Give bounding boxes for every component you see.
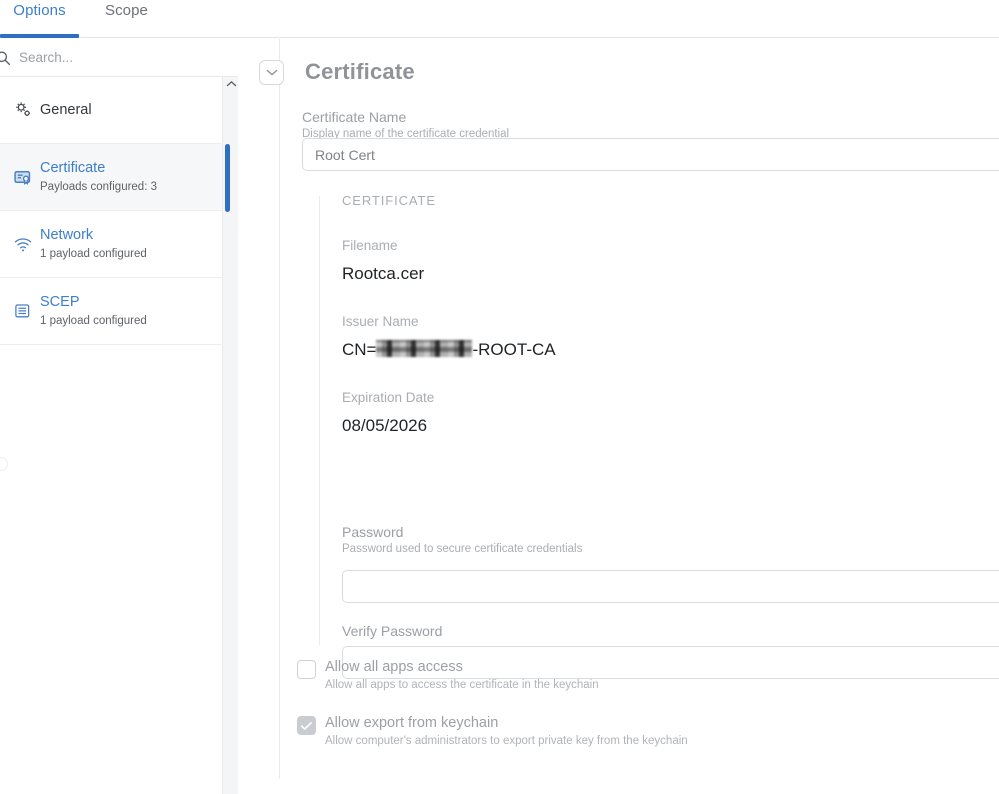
- verify-password-field-block: Verify Password: [342, 622, 442, 640]
- allow-export-from-keychain-text: Allow export from keychain Allow compute…: [325, 714, 688, 749]
- panel-header: Certificate: [259, 59, 415, 85]
- expiration-date-value: 08/05/2026: [342, 416, 428, 435]
- sidebar-item-scep-title: SCEP: [40, 294, 80, 310]
- sidebar-item-general-title: General: [40, 101, 92, 118]
- sidebar-edge-glyph: [0, 457, 8, 471]
- list-lines-icon: [6, 301, 40, 321]
- allow-all-apps-access-help: Allow all apps to access the certificate…: [325, 679, 599, 691]
- certificate-name-label: Certificate Name: [302, 109, 407, 125]
- payload-nav-list: General Certificate Payloads configured:…: [0, 77, 222, 345]
- chevron-up-icon[interactable]: [223, 77, 239, 91]
- verify-password-label: Verify Password: [342, 623, 443, 639]
- sidebar-item-certificate-title: Certificate: [40, 160, 106, 176]
- search-icon: [0, 47, 14, 69]
- sidebar-item-certificate-text: Certificate Payloads configured: 3: [40, 159, 157, 195]
- chevron-down-icon[interactable]: [259, 59, 284, 85]
- sidebar-item-general[interactable]: General: [0, 77, 222, 144]
- certificate-card-icon: [6, 167, 40, 188]
- certificate-name-field-block: Certificate Name Display name of the cer…: [302, 108, 509, 142]
- filename-label: Filename: [342, 238, 398, 253]
- sidebar-scrollbar[interactable]: [222, 77, 238, 794]
- sidebar-item-scep-text: SCEP 1 payload configured: [40, 293, 147, 329]
- issuer-name-suffix: -ROOT-CA: [472, 340, 556, 359]
- checkbox-row-allow-all-apps-access[interactable]: Allow all apps access Allow all apps to …: [297, 658, 599, 693]
- expiration-date-label: Expiration Date: [342, 390, 435, 405]
- sidebar-item-network-title: Network: [40, 227, 94, 243]
- sidebar-item-network[interactable]: Network 1 payload configured: [0, 211, 222, 278]
- allow-all-apps-access-text: Allow all apps access Allow all apps to …: [325, 658, 599, 693]
- panel-divider-inner: [319, 196, 320, 645]
- issuer-name-value: CN= -ROOT-CA: [342, 338, 556, 362]
- sidebar-item-certificate-subtitle: Payloads configured: 3: [40, 181, 157, 193]
- tab-scope[interactable]: Scope: [79, 0, 174, 38]
- search-input[interactable]: [19, 50, 209, 65]
- certificate-details-section-label: CERTIFICATE: [342, 193, 436, 208]
- checkbox-row-allow-export-from-keychain[interactable]: Allow export from keychain Allow compute…: [297, 714, 688, 749]
- issuer-name-redacted-block: [376, 340, 473, 357]
- wifi-icon: [6, 234, 40, 255]
- allow-export-from-keychain-checkbox[interactable]: [297, 716, 316, 735]
- certificate-name-input[interactable]: [302, 138, 999, 171]
- allow-all-apps-access-label: Allow all apps access: [325, 659, 463, 675]
- allow-all-apps-access-checkbox[interactable]: [297, 660, 316, 679]
- sidebar-item-general-text: General: [40, 101, 92, 120]
- sidebar-item-network-subtitle: 1 payload configured: [40, 248, 147, 260]
- panel-divider-outer: [279, 39, 280, 779]
- sidebar-item-certificate[interactable]: Certificate Payloads configured: 3: [0, 144, 222, 211]
- issuer-name-prefix: CN=: [342, 340, 377, 359]
- sidebar-item-scep-subtitle: 1 payload configured: [40, 315, 147, 327]
- tab-active-underline: [0, 34, 79, 38]
- certificate-details-group: CERTIFICATE Filename Rootca.cer Issuer N…: [342, 192, 556, 438]
- gears-icon: [6, 100, 40, 120]
- search-bar[interactable]: [0, 39, 238, 77]
- sidebar-item-scep[interactable]: SCEP 1 payload configured: [0, 278, 222, 345]
- allow-export-from-keychain-help: Allow computer's administrators to expor…: [325, 735, 688, 747]
- allow-export-from-keychain-label: Allow export from keychain: [325, 715, 499, 731]
- issuer-name-label: Issuer Name: [342, 314, 419, 329]
- payload-sidebar: General Certificate Payloads configured:…: [0, 39, 238, 794]
- tab-options[interactable]: Options: [0, 0, 79, 38]
- tab-options-label: Options: [13, 2, 66, 19]
- password-help: Password used to secure certificate cred…: [342, 543, 583, 555]
- tab-scope-label: Scope: [104, 2, 149, 19]
- tab-bar: Options Scope: [0, 0, 999, 38]
- check-icon: [300, 721, 312, 730]
- filename-value: Rootca.cer: [342, 264, 425, 283]
- sidebar-scrollbar-thumb[interactable]: [225, 144, 230, 212]
- page-title: Certificate: [305, 59, 415, 84]
- password-field-block: Password Password used to secure certifi…: [342, 523, 582, 557]
- password-label: Password: [342, 524, 404, 540]
- sidebar-item-network-text: Network 1 payload configured: [40, 226, 147, 262]
- password-input[interactable]: [342, 570, 999, 603]
